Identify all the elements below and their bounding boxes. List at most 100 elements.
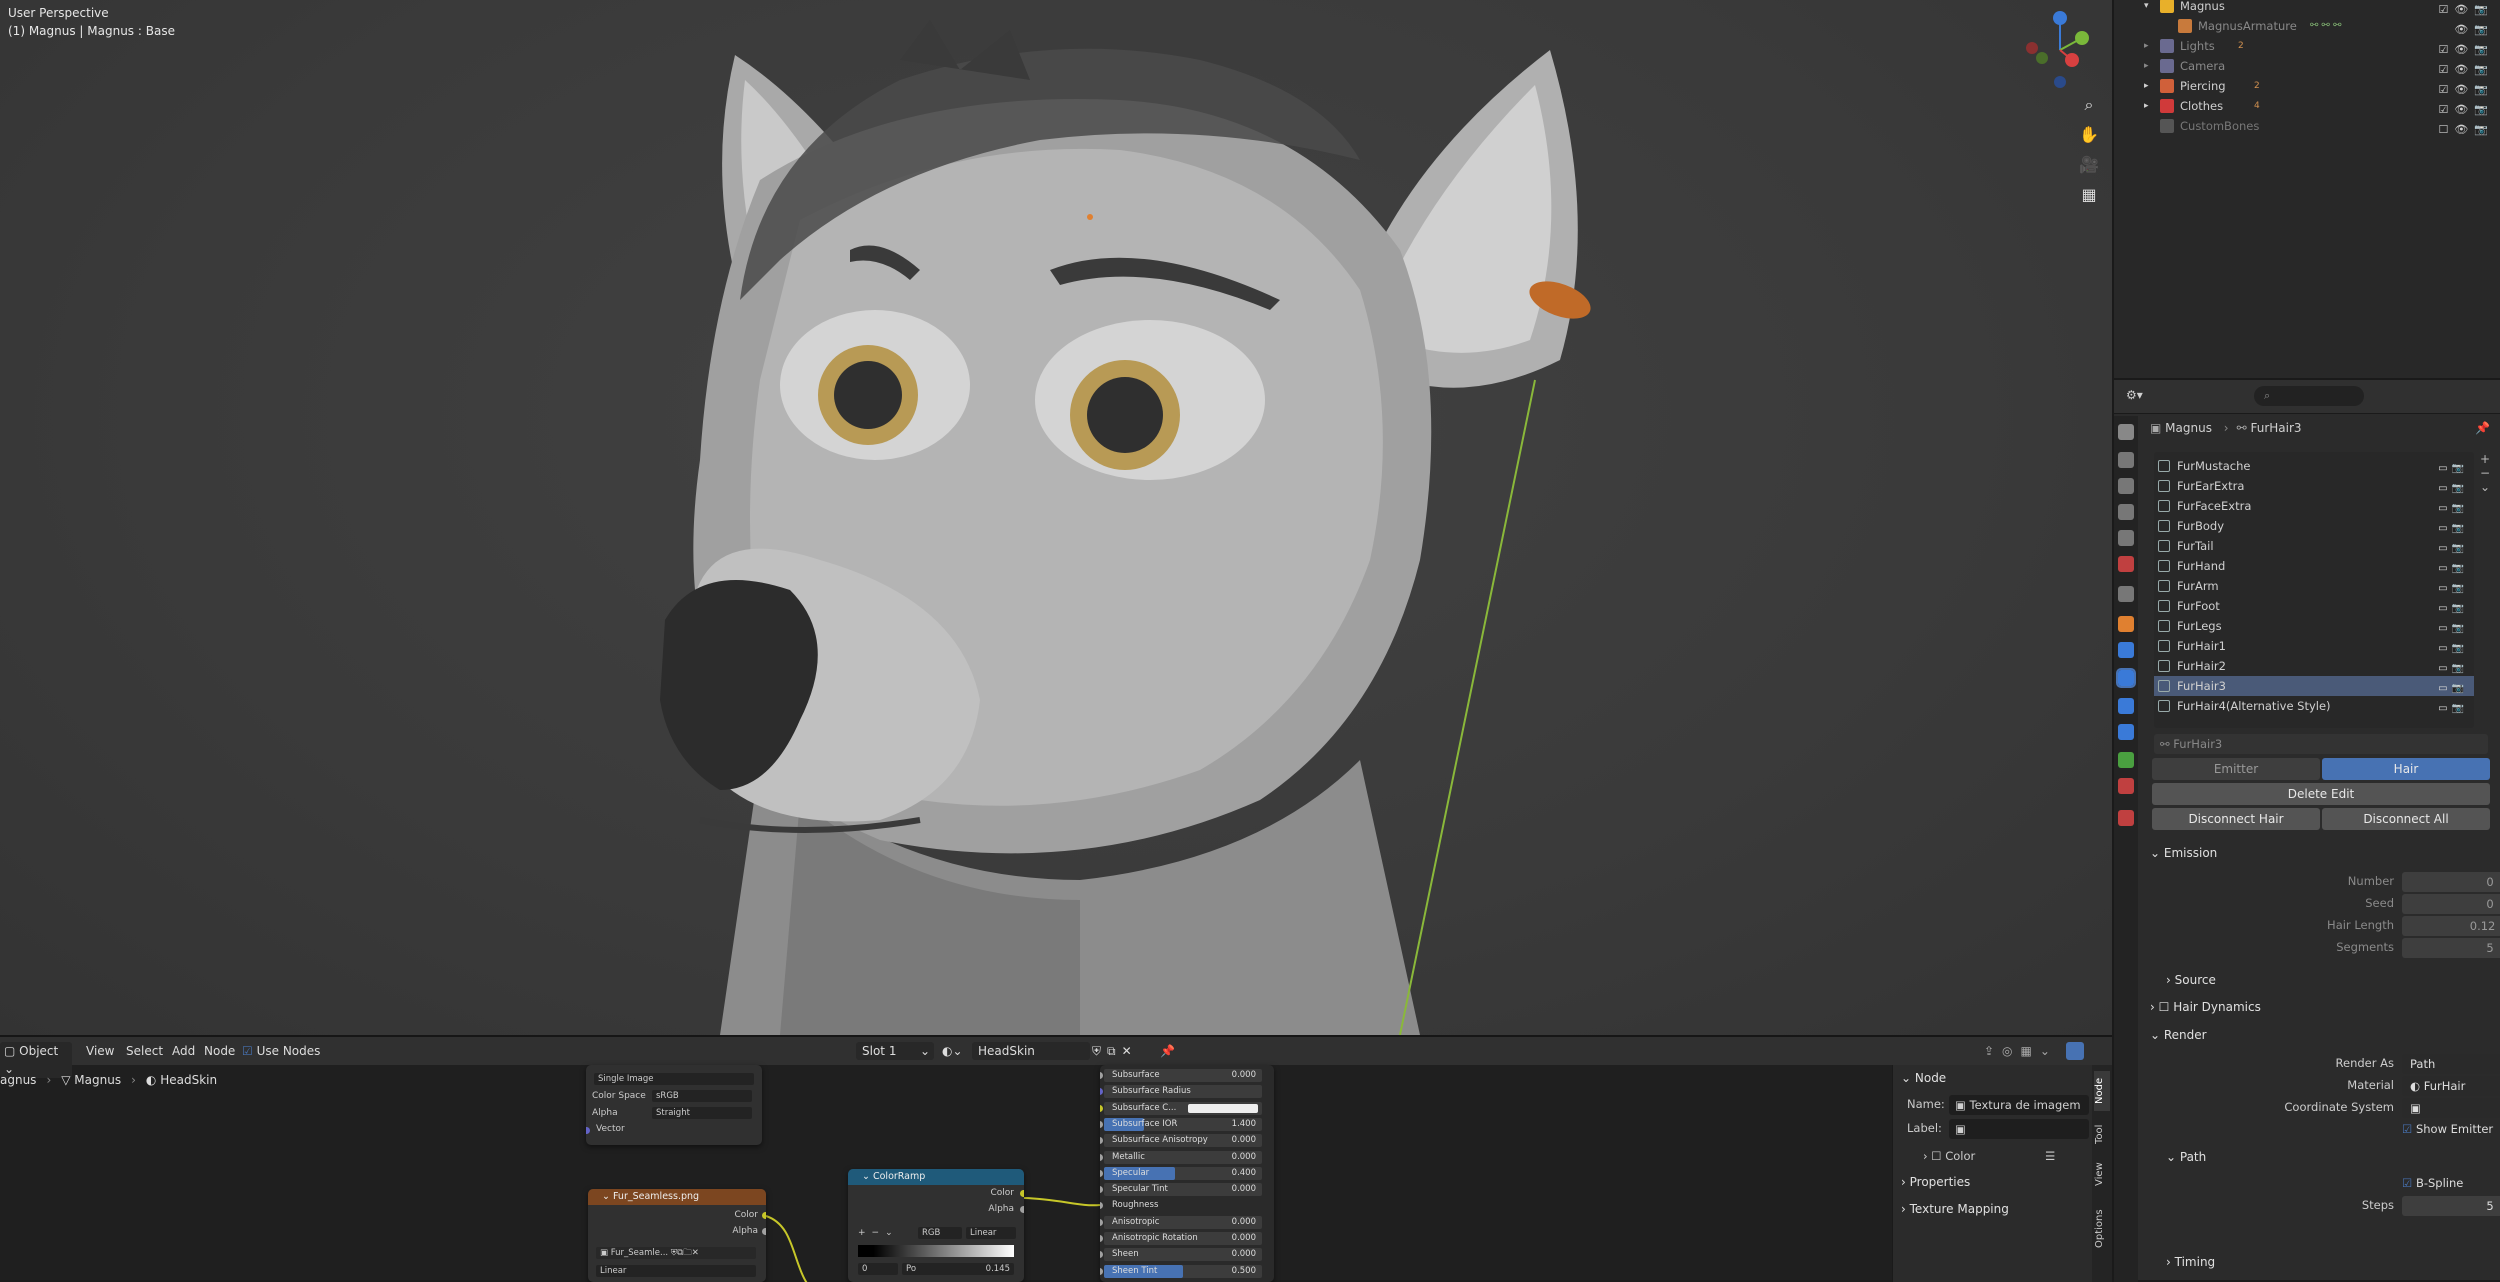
properties-editor[interactable]: ⚙▾ ⌕ ▣ Magnus › ⚯ FurHair3 📌 + − ⌄ ⚯ FurHai… xyxy=(2112,378,2500,1282)
grid-icon[interactable]: ▦ xyxy=(2074,180,2104,210)
steps-field[interactable]: 5 xyxy=(2402,1196,2500,1216)
outliner-row[interactable]: ▸ Lights 2 ☑👁📷 xyxy=(2114,36,2500,56)
tab-tool[interactable]: Tool xyxy=(2094,1117,2110,1151)
tab-view[interactable]: View xyxy=(2094,1157,2110,1191)
particle-list-item[interactable]: FurHair3 ▭📷 xyxy=(2154,676,2474,696)
outliner-row[interactable]: CustomBones ☐👁📷 xyxy=(2114,116,2500,136)
particle-list-item[interactable]: FurArm ▭📷 xyxy=(2154,576,2474,596)
color-subpanel-header[interactable]: › ☐ Color xyxy=(1923,1149,1975,1163)
render-tab-icon[interactable] xyxy=(2118,452,2134,468)
hair-dynamics-panel-header[interactable]: › ☐ Hair Dynamics xyxy=(2150,995,2490,1019)
disconnect-hair-button[interactable]: Disconnect Hair xyxy=(2152,808,2320,830)
zoom-icon[interactable]: ⌕ xyxy=(2074,90,2104,120)
shader-node-editor[interactable]: ▢ Object ⌄ View Select Add Node ☑ Use No… xyxy=(0,1035,2112,1282)
particles-tab-icon[interactable] xyxy=(2116,668,2136,688)
interpolation-dropdown[interactable]: Linear xyxy=(596,1265,756,1277)
seed-field[interactable]: 0 xyxy=(2402,894,2500,914)
material-dropdown[interactable]: ◐ FurHair⌄ xyxy=(2402,1076,2500,1096)
camera-icon[interactable]: 🎥 xyxy=(2074,150,2104,180)
3d-viewport[interactable]: User Perspective (1) Magnus | Magnus : B… xyxy=(0,0,2112,1035)
material-tab-icon[interactable] xyxy=(2118,778,2134,794)
texture-tab-icon[interactable] xyxy=(2118,810,2134,826)
tool-tab-icon[interactable] xyxy=(2118,424,2134,440)
bsdf-input-row[interactable]: Sheen 0.000 xyxy=(1104,1248,1262,1262)
search-input[interactable]: ⌕ xyxy=(2254,386,2364,406)
tab-emitter[interactable]: Emitter xyxy=(2152,758,2320,780)
color-space-dropdown[interactable]: sRGB xyxy=(652,1090,752,1102)
colorramp-node[interactable]: ⌄ ColorRamp Color Alpha +−⌄ RGB Linear 0… xyxy=(848,1169,1024,1282)
bsdf-input-row[interactable]: Subsurface 0.000 xyxy=(1104,1069,1262,1082)
visibility-toggles[interactable]: ▭📷 xyxy=(2438,699,2468,719)
bsdf-input-row[interactable]: Subsurface C... xyxy=(1104,1101,1262,1115)
bsdf-input-row[interactable]: Metallic 0.000 xyxy=(1104,1150,1262,1164)
bsdf-input-row[interactable]: Anisotropic 0.000 xyxy=(1104,1215,1262,1229)
timing-panel-header[interactable]: › Timing xyxy=(2166,1250,2500,1274)
outliner-row[interactable]: ▸ Piercing 2 ☑👁📷 xyxy=(2114,76,2500,96)
particle-list-item[interactable]: FurEarExtra ▭📷 xyxy=(2154,476,2474,496)
particle-settings-selector[interactable]: ⚯ FurHair3 xyxy=(2154,734,2488,754)
texture-mapping-panel-header[interactable]: › Texture Mapping xyxy=(1901,1202,2009,1216)
overlay-toggle-icon[interactable] xyxy=(2066,1042,2084,1060)
image-texture-node[interactable]: ⌄ Fur_Seamless.png Color Alpha ▣ Fur_Sea… xyxy=(588,1189,766,1282)
image-texture-node-settings[interactable]: Single Image Color Space sRGB Alpha Stra… xyxy=(586,1065,762,1145)
node-label-field[interactable]: ▣ xyxy=(1949,1119,2089,1139)
properties-tabs[interactable] xyxy=(2114,416,2138,1282)
delete-edit-button[interactable]: Delete Edit xyxy=(2152,783,2490,805)
particle-list-item[interactable]: FurFaceExtra ▭📷 xyxy=(2154,496,2474,516)
outliner[interactable]: ▾ Magnus ☑👁📷 MagnusArmature ⚯ ⚯ ⚯ 👁📷 ▸ Lights… xyxy=(2112,0,2500,378)
path-panel-header[interactable]: ⌄ Path xyxy=(2166,1145,2500,1169)
collection-tab-icon[interactable] xyxy=(2118,586,2134,602)
world-tab-icon[interactable] xyxy=(2118,556,2134,572)
editor-type-icon[interactable]: ⚙▾ xyxy=(2126,388,2143,402)
particle-list-item[interactable]: FurHair1 ▭📷 xyxy=(2154,636,2474,656)
emission-panel-header[interactable]: ⌄ Emission xyxy=(2150,841,2490,865)
bsdf-input-row[interactable]: Specular 0.400 xyxy=(1104,1166,1262,1180)
bsdf-input-row[interactable]: Specular Tint 0.000 xyxy=(1104,1183,1262,1197)
bspline-checkbox[interactable]: ☑ B-Spline xyxy=(2402,1176,2463,1190)
disconnect-all-button[interactable]: Disconnect All xyxy=(2322,808,2490,830)
tab-node[interactable]: Node xyxy=(2094,1071,2110,1111)
outliner-row[interactable]: ▸ Camera ☑👁📷 xyxy=(2114,56,2500,76)
modifier-tab-icon[interactable] xyxy=(2118,642,2134,658)
render-panel-header[interactable]: ⌄ Render xyxy=(2150,1023,2490,1047)
tab-options[interactable]: Options xyxy=(2094,1201,2110,1257)
bsdf-input-row[interactable]: Anisotropic Rotation 0.000 xyxy=(1104,1232,1262,1245)
output-tab-icon[interactable] xyxy=(2118,478,2134,494)
ramp-add-remove[interactable]: +−⌄ xyxy=(858,1227,899,1240)
object-tab-icon[interactable] xyxy=(2118,616,2134,632)
particle-list-item[interactable]: FurLegs ▭📷 xyxy=(2154,616,2474,636)
list-controls[interactable]: + − ⌄ xyxy=(2480,452,2494,542)
outliner-row[interactable]: MagnusArmature ⚯ ⚯ ⚯ 👁📷 xyxy=(2114,16,2500,36)
bsdf-input-row[interactable]: Roughness xyxy=(1104,1199,1262,1212)
projection-dropdown[interactable]: Single Image xyxy=(594,1073,754,1085)
pin-icon[interactable]: 📌 xyxy=(2475,416,2490,440)
particle-list-item[interactable]: FurHair2 ▭📷 xyxy=(2154,656,2474,676)
alpha-dropdown[interactable]: Straight xyxy=(652,1107,752,1119)
list-icon[interactable]: ☰ xyxy=(2045,1149,2055,1163)
image-selector[interactable]: ▣ Fur_Seamle... ⛨⧉🗀✕ xyxy=(596,1247,756,1259)
ramp-mode-dropdown[interactable]: RGB xyxy=(918,1227,962,1239)
outliner-row[interactable]: ▾ Magnus ☑👁📷 xyxy=(2114,0,2500,16)
node-sidebar-tabs[interactable]: Node Tool View Options xyxy=(2092,1065,2112,1282)
bsdf-input-row[interactable]: Sheen Tint 0.500 xyxy=(1104,1264,1262,1278)
render-as-dropdown[interactable]: Path⌄ xyxy=(2402,1054,2500,1074)
constraints-tab-icon[interactable] xyxy=(2118,724,2134,740)
view-layer-tab-icon[interactable] xyxy=(2118,504,2134,520)
source-panel-header[interactable]: › Source xyxy=(2166,968,2500,992)
particle-list-item[interactable]: FurTail ▭📷 xyxy=(2154,536,2474,556)
coordinate-system-field[interactable]: ▣✎ xyxy=(2402,1098,2500,1118)
ramp-position-field[interactable]: Po 0.145 xyxy=(902,1263,1014,1275)
node-panel-header[interactable]: ⌄ Node xyxy=(1901,1071,1946,1085)
navigation-gizmo[interactable] xyxy=(2020,10,2100,90)
bsdf-input-row[interactable]: Subsurface Radius xyxy=(1104,1085,1262,1099)
scene-tab-icon[interactable] xyxy=(2118,530,2134,546)
ramp-interp-dropdown[interactable]: Linear xyxy=(966,1227,1016,1239)
node-name-field[interactable]: ▣ Textura de imagem xyxy=(1949,1095,2089,1115)
overlay-icons[interactable]: ⇪◎▦⌄ xyxy=(1984,1042,2058,1060)
particle-list-item[interactable]: FurBody ▭📷 xyxy=(2154,516,2474,536)
number-field[interactable]: 0 xyxy=(2402,872,2500,892)
data-tab-icon[interactable] xyxy=(2118,752,2134,768)
particle-list-item[interactable]: FurHand ▭📷 xyxy=(2154,556,2474,576)
particle-list-item[interactable]: FurMustache ▭📷 xyxy=(2154,456,2474,476)
color-ramp-gradient[interactable] xyxy=(858,1245,1014,1257)
